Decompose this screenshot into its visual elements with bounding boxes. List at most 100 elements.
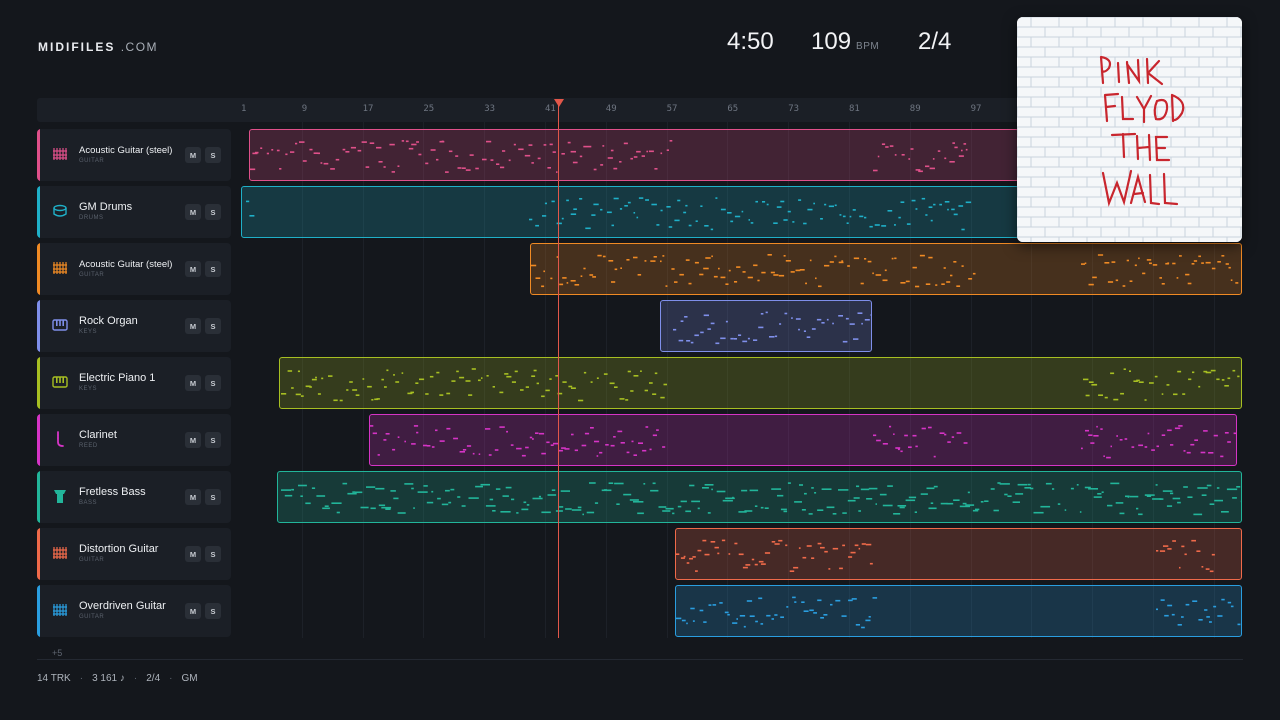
midi-region[interactable] — [675, 528, 1242, 580]
track-color-stripe — [37, 585, 40, 637]
track-header[interactable]: Overdriven Guitar GUITAR M S — [37, 585, 231, 637]
solo-button[interactable]: S — [205, 318, 221, 334]
ruler-bar-label: 1 — [241, 104, 247, 114]
ruler-bar-label: 33 — [484, 104, 496, 114]
track-category: GUITAR — [79, 614, 105, 620]
track-color-stripe — [37, 414, 40, 466]
ruler-bar-label: 89 — [909, 104, 921, 114]
mute-button[interactable]: M — [185, 261, 201, 277]
guitar-icon — [52, 146, 68, 162]
midi-region[interactable] — [277, 471, 1242, 523]
solo-button[interactable]: S — [205, 375, 221, 391]
ruler-bar-label: 97 — [970, 104, 982, 114]
track-header[interactable]: GM Drums DRUMS M S — [37, 186, 231, 238]
brick-wall-artwork — [1017, 17, 1242, 242]
playhead-handle[interactable] — [554, 99, 564, 107]
keyboard-icon — [52, 374, 68, 390]
ruler-bar-label: 81 — [849, 104, 860, 114]
tempo-display: 109 BPM — [811, 28, 880, 55]
mute-button[interactable]: M — [185, 375, 201, 391]
solo-button[interactable]: S — [205, 546, 221, 562]
drum-icon — [52, 203, 68, 219]
track-header[interactable]: Rock Organ KEYS M S — [37, 300, 231, 352]
note-pattern — [246, 197, 972, 231]
track-header[interactable]: Distortion Guitar GUITAR M S — [37, 528, 231, 580]
solo-button[interactable]: S — [205, 432, 221, 448]
track-category: GUITAR — [79, 272, 105, 278]
solo-button[interactable]: S — [205, 147, 221, 163]
note-pattern — [370, 425, 1236, 459]
mute-button[interactable]: M — [185, 432, 201, 448]
track-name: Clarinet — [79, 429, 117, 441]
note-count: 3 161 ♪ — [92, 673, 125, 684]
note-pattern — [676, 539, 1215, 573]
track-header[interactable]: Acoustic Guitar (steel) GUITAR M S — [37, 129, 231, 181]
ruler-bar-label: 73 — [788, 104, 800, 114]
track-name: Acoustic Guitar (steel) — [79, 145, 173, 156]
footer-divider — [37, 659, 1243, 660]
ruler-bar-label: 25 — [423, 104, 435, 114]
track-header[interactable]: Electric Piano 1 KEYS M S — [37, 357, 231, 409]
midi-standard: GM — [181, 673, 198, 684]
guitar-icon — [52, 602, 68, 618]
track-category: KEYS — [79, 386, 98, 392]
keyboard-icon — [52, 317, 68, 333]
midi-region[interactable] — [530, 243, 1242, 295]
midi-region[interactable] — [660, 300, 872, 352]
track-color-stripe — [37, 129, 40, 181]
track-name: Fretless Bass — [79, 486, 146, 498]
album-cover — [1017, 17, 1242, 242]
note-pattern — [250, 140, 968, 173]
solo-button[interactable]: S — [205, 603, 221, 619]
ruler-bar-label: 9 — [301, 104, 308, 114]
track-category: GUITAR — [79, 158, 105, 164]
track-color-stripe — [37, 186, 40, 238]
track-color-stripe — [37, 471, 40, 523]
guitar-icon — [52, 545, 68, 561]
track-name: Acoustic Guitar (steel) — [79, 259, 173, 270]
ruler-bar-label: 17 — [362, 104, 374, 114]
midi-region[interactable] — [249, 129, 1019, 181]
track-name: Electric Piano 1 — [79, 372, 156, 384]
time-signature-display: 2/4 — [918, 28, 952, 55]
note-pattern — [673, 311, 871, 345]
track-header[interactable]: Clarinet REED M S — [37, 414, 231, 466]
playhead[interactable] — [558, 104, 559, 638]
guitar-icon — [52, 260, 68, 276]
note-pattern — [281, 368, 1240, 402]
solo-button[interactable]: S — [205, 204, 221, 220]
mute-button[interactable]: M — [185, 147, 201, 163]
track-header[interactable]: Acoustic Guitar (steel) GUITAR M S — [37, 243, 231, 295]
track-category: DRUMS — [79, 215, 104, 221]
track-name: Overdriven Guitar — [79, 600, 166, 612]
track-color-stripe — [37, 357, 40, 409]
mute-button[interactable]: M — [185, 546, 201, 562]
track-count: 14 TRK — [37, 673, 71, 684]
mute-button[interactable]: M — [185, 318, 201, 334]
midi-region[interactable] — [369, 414, 1237, 466]
track-name: Distortion Guitar — [79, 543, 159, 555]
brand-logo[interactable]: MIDIFILES .COM — [38, 40, 158, 54]
track-color-stripe — [37, 528, 40, 580]
track-color-stripe — [37, 243, 40, 295]
mute-button[interactable]: M — [185, 603, 201, 619]
track-name: GM Drums — [79, 201, 133, 213]
duration-display: 4:50 — [727, 28, 774, 55]
track-name: Rock Organ — [79, 315, 138, 327]
bass-icon — [52, 488, 68, 504]
midi-region[interactable] — [675, 585, 1242, 637]
solo-button[interactable]: S — [205, 261, 221, 277]
more-tracks-label[interactable]: +5 — [52, 648, 62, 658]
midi-region[interactable] — [241, 186, 1019, 238]
ruler-bar-label: 65 — [727, 104, 739, 114]
track-category: KEYS — [79, 329, 98, 335]
solo-button[interactable]: S — [205, 489, 221, 505]
track-category: BASS — [79, 500, 98, 506]
ruler-bar-label: 57 — [666, 104, 678, 114]
mute-button[interactable]: M — [185, 204, 201, 220]
track-category: REED — [79, 443, 98, 449]
note-pattern — [531, 254, 1239, 288]
mute-button[interactable]: M — [185, 489, 201, 505]
midi-region[interactable] — [279, 357, 1242, 409]
track-header[interactable]: Fretless Bass BASS M S — [37, 471, 231, 523]
